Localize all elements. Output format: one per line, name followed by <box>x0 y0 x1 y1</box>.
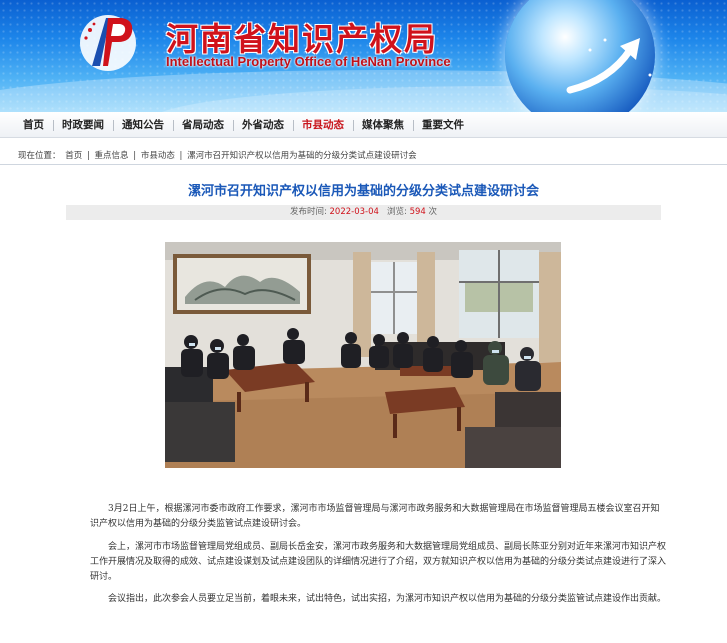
ip-office-emblem-icon <box>80 15 136 71</box>
view-count-label: 浏览: <box>387 207 407 217</box>
publish-date: 2022-03-04 <box>329 207 379 217</box>
breadcrumb-prefix: 现在位置： <box>18 151 61 161</box>
paragraph-text: 会上，漯河市市场监督管理局党组成员、副局长岳金安，漯河市政务服务和大数据管理局党… <box>90 542 667 582</box>
view-count: 594 <box>409 207 426 217</box>
article-paragraph: 3月2日上午，根据漯河市委市政府工作要求，漯河市市场监督管理局与漯河市政务服务和… <box>90 502 668 532</box>
breadcrumb-city-news-link[interactable]: 市县动态 <box>141 151 175 161</box>
site-subtitle: Intellectual Property Office of HeNan Pr… <box>166 54 451 69</box>
paragraph-text: 3月2日上午，根据漯河市委市政府工作要求，漯河市市场监督管理局与漯河市政务服务和… <box>90 504 660 529</box>
nav-item-important-documents[interactable]: 重要文件 <box>413 112 473 138</box>
breadcrumb-separator: | <box>86 151 93 161</box>
meeting-photo <box>165 242 561 468</box>
nav-item-city-county-news[interactable]: 市县动态 <box>293 112 353 138</box>
nav-item-media-focus[interactable]: 媒体聚焦 <box>353 112 413 138</box>
growth-arrow-icon <box>566 38 652 94</box>
view-count-unit: 次 <box>428 207 438 217</box>
breadcrumb-current: 漯河市召开知识产权以信用为基础的分级分类试点建设研讨会 <box>187 151 417 161</box>
nav-item-notices[interactable]: 通知公告 <box>113 112 173 138</box>
publish-date-label: 发布时间: <box>289 207 327 217</box>
main-nav: 首页 时政要闻 通知公告 省局动态 外省动态 市县动态 媒体聚焦 重要文件 <box>0 112 727 138</box>
nav-item-provincial-news[interactable]: 省局动态 <box>173 112 233 138</box>
article-paragraph: 会上，漯河市市场监督管理局党组成员、副局长岳金安，漯河市政务服务和大数据管理局党… <box>90 540 668 585</box>
article-paragraph: 会议指出，此次参会人员要立足当前，着眼未来，试出特色，试出实招，为漯河市知识产权… <box>90 592 668 607</box>
header-banner: 河南省知识产权局 Intellectual Property Office of… <box>0 0 727 112</box>
breadcrumb-separator: | <box>179 151 186 161</box>
nav-item-other-provinces[interactable]: 外省动态 <box>233 112 293 138</box>
paragraph-text: 会议指出，此次参会人员要立足当前，着眼未来，试出特色，试出实招，为漯河市知识产权… <box>108 594 667 604</box>
breadcrumb-separator: | <box>133 151 139 161</box>
article-title: 漯河市召开知识产权以信用为基础的分级分类试点建设研讨会 <box>187 184 539 199</box>
article-meta: 发布时间: 2022-03-04 浏览: 594 次 <box>66 205 661 220</box>
breadcrumb-key-info-link[interactable]: 重点信息 <box>95 151 129 161</box>
nav-item-home[interactable]: 首页 <box>14 112 53 138</box>
nav-item-politics-news[interactable]: 时政要闻 <box>53 112 113 138</box>
breadcrumb-home-link[interactable]: 首页 <box>65 151 82 161</box>
breadcrumb: 现在位置： 首页 | 重点信息 | 市县动态 | 漯河市召开知识产权以信用为基础… <box>0 147 727 165</box>
